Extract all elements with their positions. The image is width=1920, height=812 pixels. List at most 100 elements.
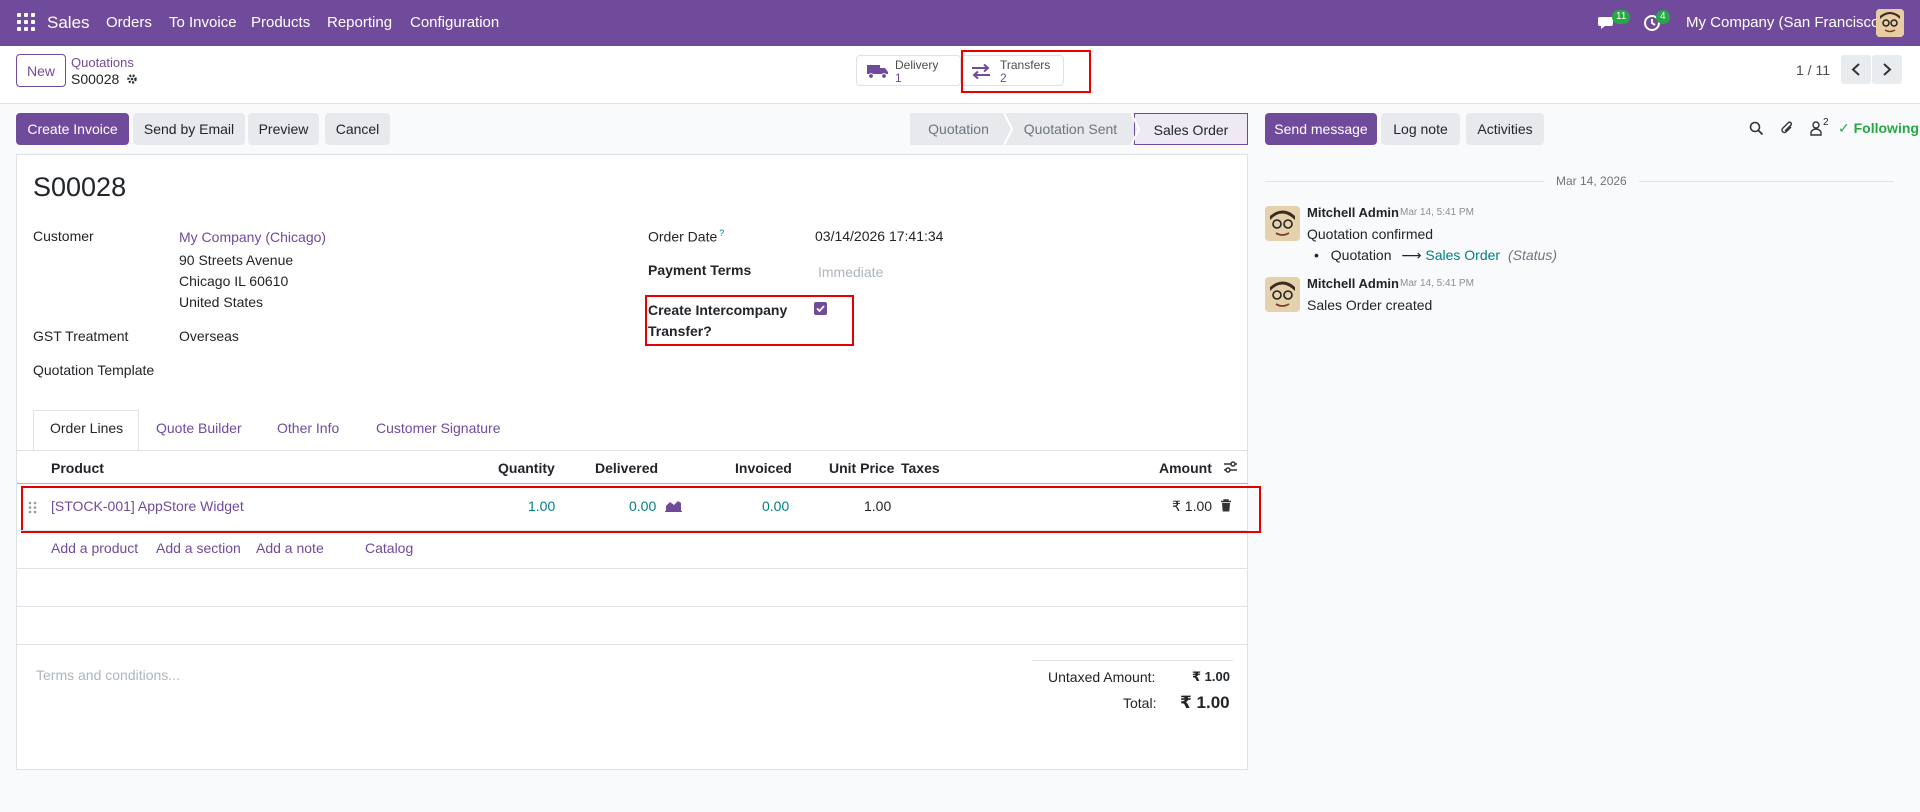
total-label: Total: bbox=[1123, 695, 1157, 711]
order-date-label-text: Order Date bbox=[648, 228, 718, 245]
tabs-divider bbox=[17, 450, 1248, 451]
new-button[interactable]: New bbox=[16, 54, 66, 87]
highlight-transfers bbox=[961, 50, 1091, 93]
top-navbar: Sales Orders To Invoice Products Reporti… bbox=[0, 0, 1920, 46]
customer-link[interactable]: My Company (Chicago) bbox=[179, 229, 326, 245]
payment-terms-label: Payment Terms bbox=[648, 262, 752, 278]
customer-address-street: 90 Streets Avenue bbox=[179, 252, 294, 268]
status-quotation-sent[interactable]: Quotation Sent bbox=[1007, 113, 1134, 145]
col-quantity[interactable]: Quantity bbox=[498, 460, 555, 476]
highlight-intercompany bbox=[645, 295, 854, 346]
user-avatar[interactable] bbox=[1876, 9, 1904, 37]
untaxed-amount-value: ₹ 1.00 bbox=[1192, 669, 1230, 684]
log-note-button[interactable]: Log note bbox=[1381, 113, 1460, 145]
tab-customer-signature[interactable]: Customer Signature bbox=[376, 420, 501, 436]
order-date-help[interactable]: ? bbox=[719, 228, 724, 238]
message-author[interactable]: Mitchell Admin bbox=[1307, 205, 1399, 220]
message-body: Sales Order created bbox=[1307, 297, 1433, 313]
col-taxes[interactable]: Taxes bbox=[901, 460, 940, 476]
following-button[interactable]: ✓ Following bbox=[1838, 120, 1919, 137]
create-invoice-button[interactable]: Create Invoice bbox=[16, 113, 129, 145]
payment-terms-field[interactable]: Immediate bbox=[818, 264, 883, 280]
customer-address-city: Chicago IL 60610 bbox=[179, 273, 289, 289]
highlight-order-line bbox=[21, 486, 1261, 533]
message-time: Mar 14, 5:41 PM bbox=[1400, 207, 1474, 218]
app-menu-icon[interactable] bbox=[17, 13, 35, 31]
menu-orders[interactable]: Orders bbox=[106, 14, 152, 31]
tab-order-lines[interactable]: Order Lines bbox=[50, 420, 123, 436]
empty-row-divider-2 bbox=[17, 606, 1248, 607]
tracking-arrow: ⟶ bbox=[1401, 247, 1422, 263]
app-brand[interactable]: Sales bbox=[47, 13, 90, 33]
cancel-button[interactable]: Cancel bbox=[325, 113, 390, 145]
add-section-link[interactable]: Add a section bbox=[156, 540, 241, 556]
preview-button[interactable]: Preview bbox=[248, 113, 319, 145]
pager-next-button[interactable] bbox=[1872, 55, 1902, 84]
message-author[interactable]: Mitchell Admin bbox=[1307, 276, 1399, 291]
menu-products[interactable]: Products bbox=[251, 14, 310, 31]
truck-icon bbox=[867, 65, 888, 79]
delivery-smart-button[interactable]: Delivery 1 bbox=[856, 55, 961, 86]
empty-row-divider-3 bbox=[17, 644, 1248, 645]
menu-reporting[interactable]: Reporting bbox=[327, 14, 392, 31]
gear-icon[interactable] bbox=[126, 73, 138, 85]
message-author-avatar[interactable] bbox=[1265, 206, 1300, 241]
message-body: Quotation confirmed bbox=[1307, 226, 1434, 242]
menu-configuration[interactable]: Configuration bbox=[410, 14, 499, 31]
delivery-count: 1 bbox=[895, 71, 902, 85]
col-unit-price[interactable]: Unit Price bbox=[829, 460, 894, 476]
menu-to-invoice[interactable]: To Invoice bbox=[169, 14, 237, 31]
search-icon[interactable] bbox=[1749, 121, 1764, 136]
order-date-field[interactable]: 03/14/2026 17:41:34 bbox=[815, 228, 943, 244]
message-author-avatar[interactable] bbox=[1265, 277, 1300, 312]
tab-other-info[interactable]: Other Info bbox=[277, 420, 339, 436]
gst-treatment-label: GST Treatment bbox=[33, 328, 129, 344]
paperclip-icon[interactable] bbox=[1780, 120, 1795, 136]
activities-button[interactable]: Activities bbox=[1466, 113, 1544, 145]
order-date-label: Order Date? bbox=[648, 228, 724, 245]
status-quotation[interactable]: Quotation bbox=[910, 113, 1007, 145]
col-product[interactable]: Product bbox=[51, 460, 104, 476]
gst-treatment-field[interactable]: Overseas bbox=[179, 328, 239, 344]
send-by-email-button[interactable]: Send by Email bbox=[133, 113, 245, 145]
catalog-link[interactable]: Catalog bbox=[365, 540, 413, 556]
tracking-new-value: Sales Order bbox=[1425, 247, 1501, 263]
status-separator-2 bbox=[1131, 113, 1141, 145]
breadcrumb-current: S00028 bbox=[71, 71, 138, 87]
tracking-value: • Quotation ⟶ Sales Order (Status) bbox=[1314, 247, 1557, 264]
tracking-old-value: Quotation bbox=[1330, 247, 1392, 263]
add-note-link[interactable]: Add a note bbox=[256, 540, 324, 556]
messages-badge: 11 bbox=[1612, 10, 1631, 24]
add-product-link[interactable]: Add a product bbox=[51, 540, 138, 556]
activities-badge: 4 bbox=[1656, 10, 1670, 24]
message-time: Mar 14, 5:41 PM bbox=[1400, 278, 1474, 289]
breadcrumb-quotations[interactable]: Quotations bbox=[71, 55, 134, 70]
status-separator-1 bbox=[1004, 113, 1014, 145]
following-label: Following bbox=[1853, 120, 1919, 136]
col-amount[interactable]: Amount bbox=[1159, 460, 1212, 476]
quotation-template-label: Quotation Template bbox=[33, 362, 155, 378]
tracking-bullet: • bbox=[1314, 247, 1319, 263]
col-invoiced[interactable]: Invoiced bbox=[735, 460, 792, 476]
tracking-field: (Status) bbox=[1507, 247, 1557, 263]
totals-divider bbox=[1032, 660, 1233, 661]
total-value: ₹ 1.00 bbox=[1180, 693, 1230, 712]
followers-count: 2 bbox=[1823, 117, 1829, 128]
date-separator: Mar 14, 2026 bbox=[1544, 174, 1639, 188]
tab-quote-builder[interactable]: Quote Builder bbox=[156, 420, 242, 436]
pager-value[interactable]: 1 / 11 bbox=[1796, 62, 1830, 78]
delivery-label: Delivery bbox=[895, 58, 939, 72]
company-switcher[interactable]: My Company (San Francisco) bbox=[1686, 14, 1884, 31]
chevron-right-icon bbox=[1883, 63, 1892, 76]
status-sales-order[interactable]: Sales Order bbox=[1134, 113, 1248, 145]
empty-row-divider-1 bbox=[17, 568, 1248, 569]
followers-icon[interactable] bbox=[1810, 121, 1822, 136]
column-settings-icon[interactable] bbox=[1223, 460, 1238, 474]
col-delivered[interactable]: Delivered bbox=[595, 460, 658, 476]
terms-and-conditions-field[interactable]: Terms and conditions... bbox=[36, 667, 180, 683]
send-message-button[interactable]: Send message bbox=[1265, 113, 1377, 145]
breadcrumb-current-label: S00028 bbox=[71, 71, 120, 87]
quotation-template-field[interactable] bbox=[179, 358, 619, 382]
chevron-left-icon bbox=[1851, 63, 1860, 76]
pager-previous-button[interactable] bbox=[1841, 55, 1871, 84]
